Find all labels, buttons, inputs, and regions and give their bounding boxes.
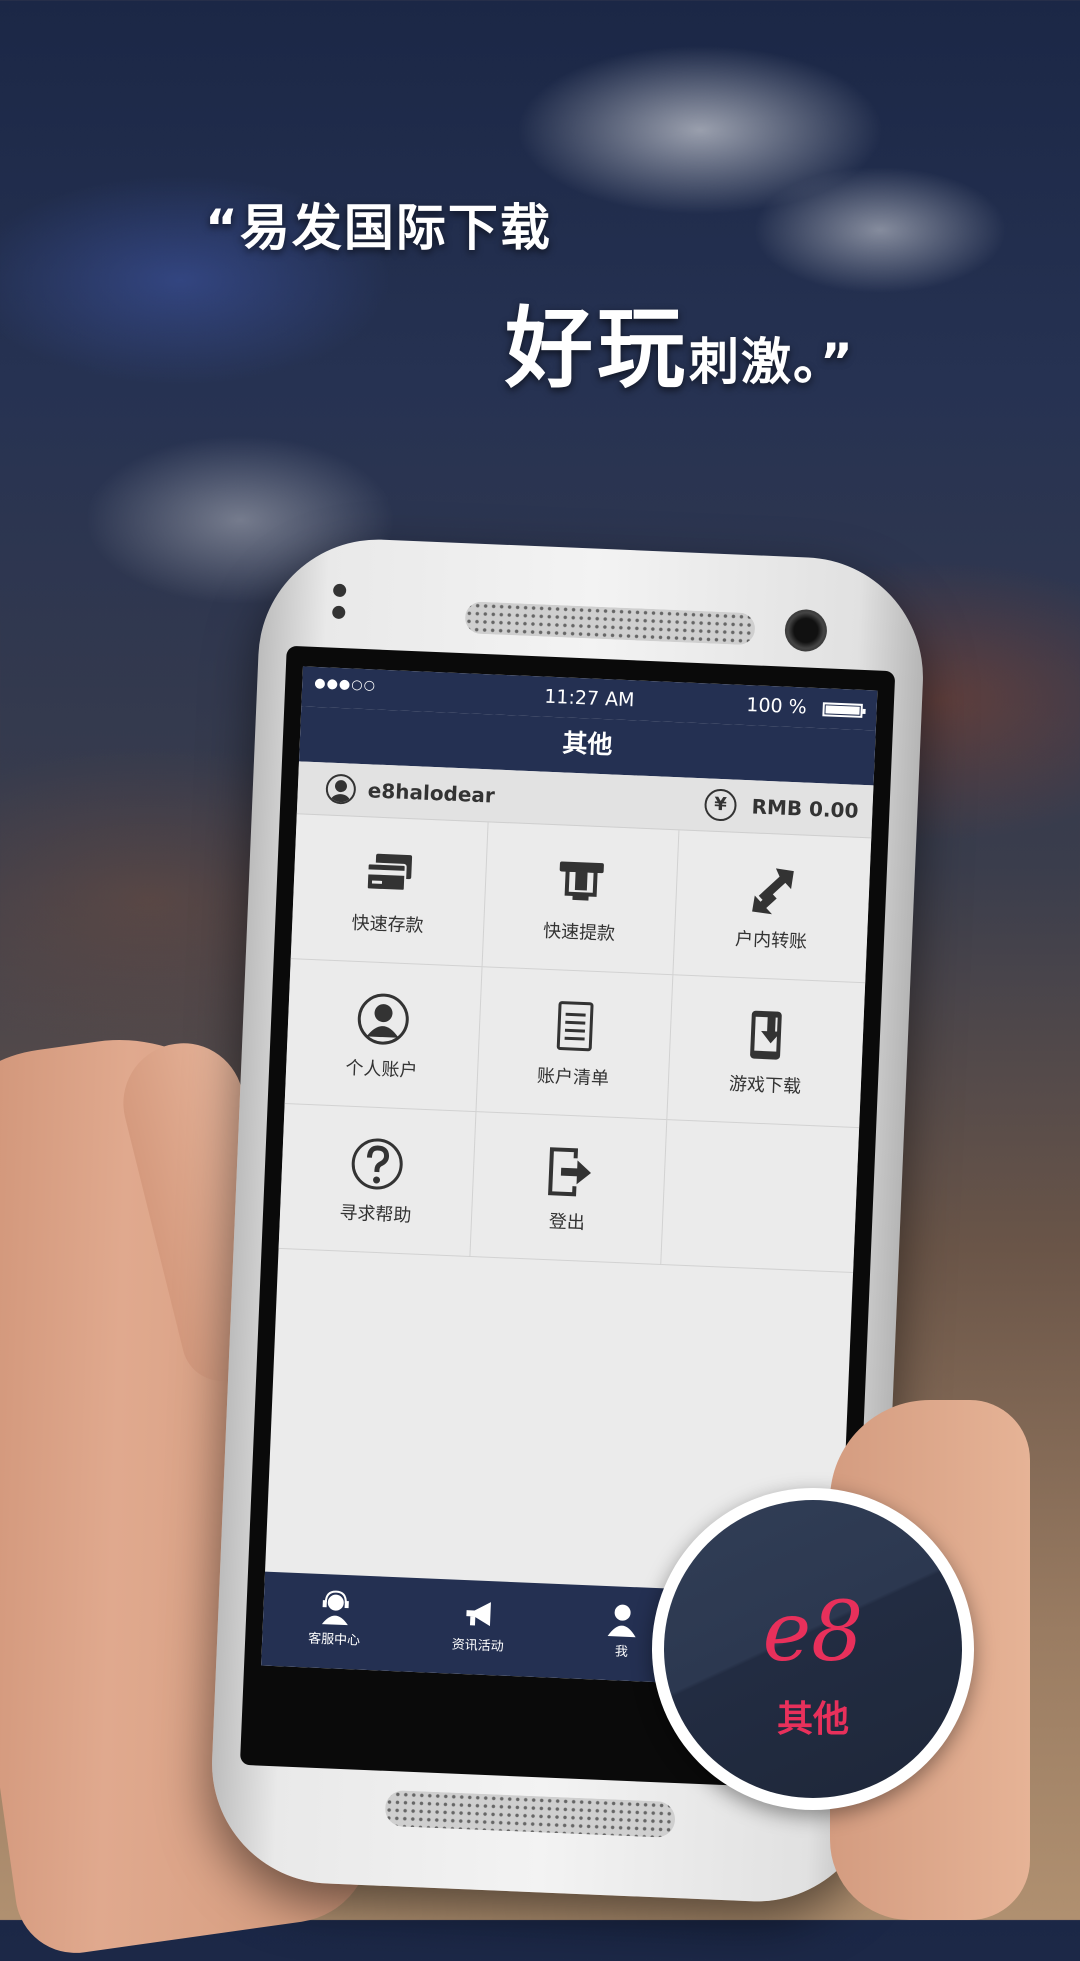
user-icon <box>354 990 412 1048</box>
tab-label: 资讯活动 <box>451 1637 505 1655</box>
atm-icon <box>552 853 610 911</box>
section-badge: e8 其他 <box>652 1488 974 1810</box>
avatar-icon <box>325 773 357 805</box>
menu-item-label: 个人账户 <box>345 1057 418 1082</box>
front-camera <box>784 608 828 653</box>
menu-item-internal-transfer[interactable]: 户内转账 <box>673 830 872 984</box>
logout-icon <box>540 1143 598 1201</box>
document-icon <box>546 998 604 1056</box>
username: e8halodear <box>367 778 496 808</box>
bottom-speaker-grille <box>384 1789 676 1839</box>
headline-tail: 刺激。” <box>689 333 855 391</box>
headline-line-2: 好玩刺激。” <box>505 278 855 405</box>
menu-item-quick-deposit[interactable]: 快速存款 <box>290 814 489 968</box>
battery-percent: 100 % <box>745 694 808 719</box>
badge-circle: e8 其他 <box>664 1500 962 1798</box>
balance-amount: RMB 0.00 <box>751 794 859 823</box>
person-icon <box>603 1600 643 1640</box>
yen-icon: ¥ <box>703 788 738 822</box>
sensor-dot <box>331 605 346 620</box>
headline-emphasis: 好玩 <box>505 297 690 400</box>
menu-item-game-download[interactable]: 游戏下载 <box>667 975 866 1129</box>
tab-customer-service[interactable]: 客服中心 <box>261 1572 409 1672</box>
menu-empty-cell <box>661 1120 860 1274</box>
sensor-dot <box>332 583 347 598</box>
menu-item-account-statement[interactable]: 账户清单 <box>476 967 674 1121</box>
e8-logo: e8 <box>762 1585 864 1680</box>
menu-item-label: 账户清单 <box>536 1065 610 1090</box>
top-speaker-grille <box>464 601 756 646</box>
menu-item-label: 户内转账 <box>734 928 808 953</box>
promo-headline: “易发国际下载 好玩刺激。” <box>0 0 1080 400</box>
help-icon <box>348 1135 406 1193</box>
tab-label: 我 <box>614 1644 629 1660</box>
support-agent-icon <box>316 1588 356 1628</box>
headline-line-1: “易发国际下载 <box>205 199 552 257</box>
badge-label: 其他 <box>776 1699 849 1740</box>
menu-item-label: 快速提款 <box>542 920 616 945</box>
transfer-icon <box>744 861 802 919</box>
megaphone-icon <box>459 1594 499 1634</box>
card-icon <box>361 845 419 903</box>
menu-item-label: 游戏下载 <box>728 1073 802 1098</box>
menu-item-label: 快速存款 <box>351 912 424 937</box>
menu-item-label: 寻求帮助 <box>339 1202 412 1227</box>
menu-item-logout[interactable]: 登出 <box>470 1112 668 1265</box>
menu-item-personal-account[interactable]: 个人账户 <box>284 959 483 1113</box>
menu-item-help[interactable]: 寻求帮助 <box>278 1104 477 1257</box>
tab-news-events[interactable]: 资讯活动 <box>405 1578 553 1678</box>
battery-icon <box>822 702 863 718</box>
menu-item-label: 登出 <box>548 1211 586 1234</box>
tab-label: 客服中心 <box>307 1631 361 1649</box>
menu-grid: 快速存款 快速提款 户内转账 个人账户 账户清单 游戏下载 寻求帮助 登出 <box>278 814 872 1274</box>
download-icon <box>738 1006 796 1064</box>
menu-item-quick-withdraw[interactable]: 快速提款 <box>482 822 680 976</box>
